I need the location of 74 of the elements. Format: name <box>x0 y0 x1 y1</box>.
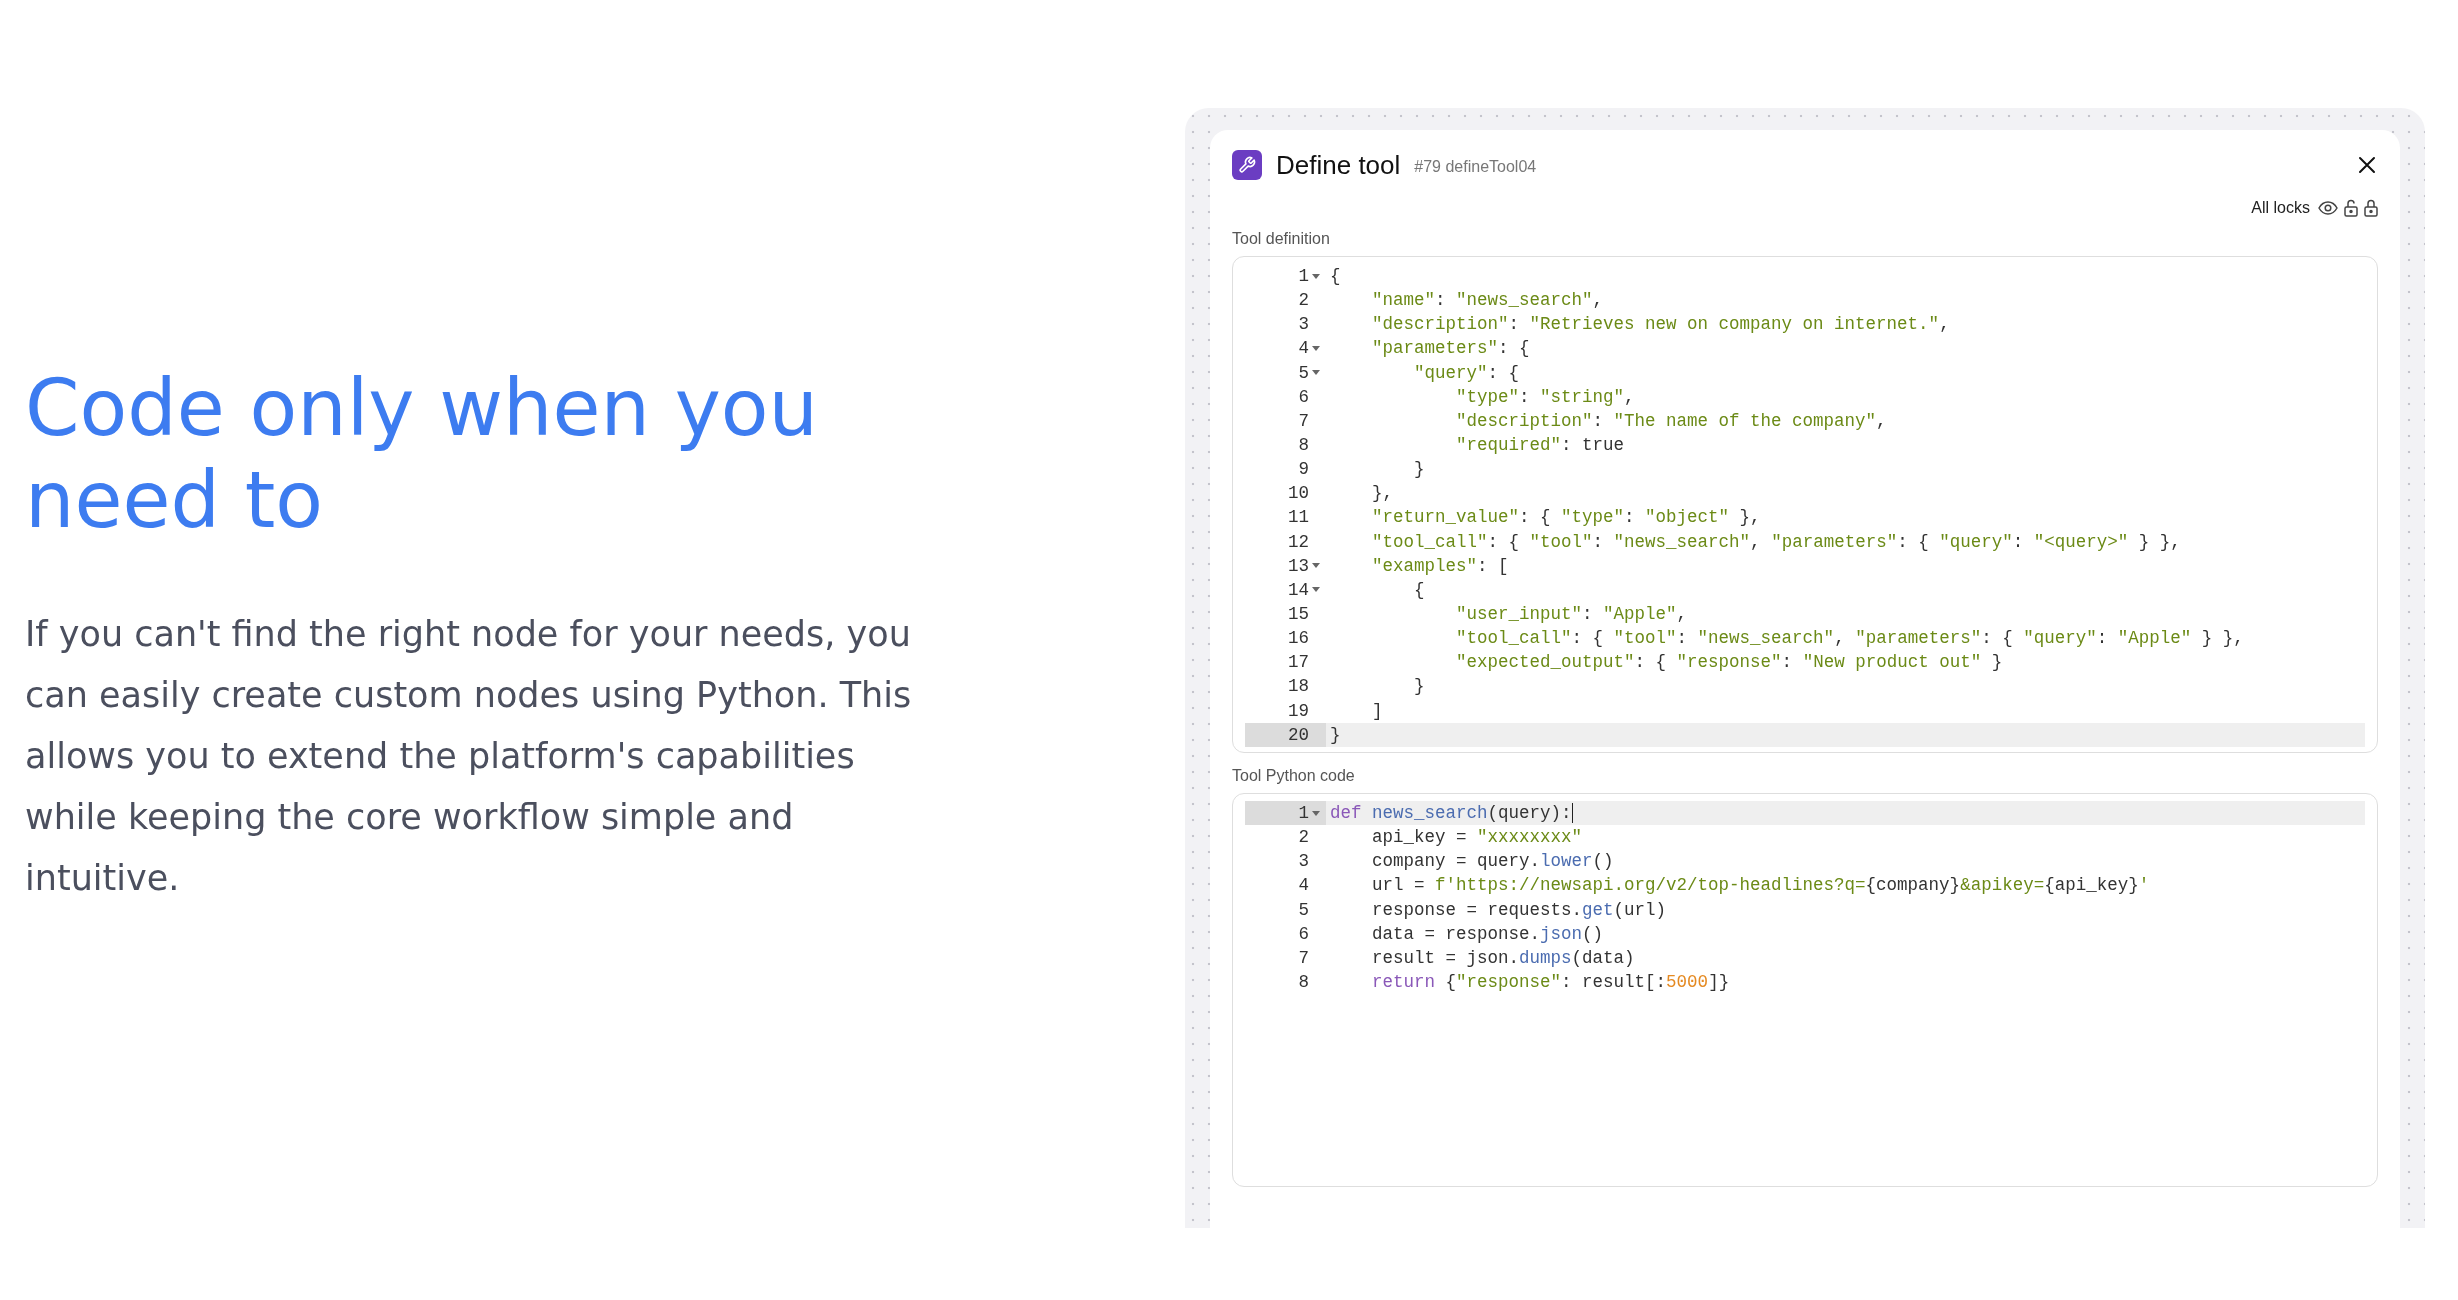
locks-label: All locks <box>2251 199 2310 217</box>
section-label: Tool definition <box>1232 230 1331 248</box>
line-number: 11 <box>1288 507 1309 528</box>
eye-icon[interactable] <box>2318 201 2338 215</box>
hero-heading: Code only when you need to <box>25 362 820 546</box>
line-number: 8 <box>1298 435 1309 456</box>
line-number: 7 <box>1298 947 1309 968</box>
code-line: response = requests.get(url) <box>1371 899 1667 920</box>
fold-icon[interactable] <box>1312 563 1320 569</box>
fold-icon[interactable] <box>1312 587 1320 593</box>
code-line: } <box>1413 676 1425 697</box>
code-line: { <box>1413 579 1425 600</box>
code-line: "expected_output": { "response": "New product out" } <box>1455 652 2003 673</box>
line-number: 3 <box>1298 851 1309 872</box>
line-number: 14 <box>1288 579 1309 600</box>
code-line: "query": { <box>1413 362 1520 383</box>
unlocked-lock-icon[interactable] <box>2344 199 2358 217</box>
code-line: url = f'https://newsapi.org/v2/top-headlines?q={company}&apikey={api_key}' <box>1371 875 2150 896</box>
code-line: "required": true <box>1455 435 1625 456</box>
line-number: 5 <box>1298 362 1309 383</box>
code-line: "name": "news_search", <box>1371 290 1604 311</box>
fold-icon[interactable] <box>1312 370 1320 376</box>
code-line: company = query.lower() <box>1371 851 1614 872</box>
fold-icon[interactable] <box>1312 810 1320 816</box>
code-line: "description": "Retrieves new on company on internet.", <box>1371 314 1950 335</box>
dialog-subtitle: #79 defineTool04 <box>1414 158 1537 176</box>
code-line: "description": "The name of the company", <box>1455 410 1887 431</box>
line-number: 20 <box>1288 724 1309 745</box>
line-number: 2 <box>1298 290 1309 311</box>
code-line: result = json.dumps(data) <box>1371 947 1635 968</box>
code-line: return {"response": result[:5000]} <box>1371 972 1730 993</box>
line-number: 5 <box>1298 899 1309 920</box>
line-number: 8 <box>1298 972 1309 993</box>
line-number: 13 <box>1288 555 1309 576</box>
line-number: 1 <box>1298 266 1309 287</box>
code-line: data = response.json() <box>1371 923 1604 944</box>
line-number: 1 <box>1298 803 1309 824</box>
code-line: def news_search(query): <box>1329 803 1572 824</box>
close-button[interactable] <box>2356 154 2378 176</box>
code-line: }, <box>1371 483 1393 504</box>
code-line: { <box>1329 266 1341 287</box>
code-line: } <box>1413 459 1425 480</box>
line-number: 18 <box>1288 676 1309 697</box>
code-line: "examples": [ <box>1371 555 1509 576</box>
code-line: } <box>1329 724 1341 745</box>
line-number: 19 <box>1288 700 1309 721</box>
dialog-title: Define tool <box>1276 149 1401 181</box>
line-number: 12 <box>1288 531 1309 552</box>
code-line: api_key = "xxxxxxxx" <box>1371 827 1583 848</box>
line-number: 6 <box>1298 386 1309 407</box>
line-number: 6 <box>1298 923 1309 944</box>
code-line: "tool_call": { "tool": "news_search", "parameters": { "query": "<query>" } }, <box>1371 531 2181 552</box>
line-number: 15 <box>1288 604 1309 625</box>
line-number: 2 <box>1298 827 1309 848</box>
line-number: 16 <box>1288 628 1309 649</box>
code-line: "type": "string", <box>1455 386 1635 407</box>
line-number: 4 <box>1298 875 1309 896</box>
lock-icon[interactable] <box>2364 199 2378 217</box>
code-line: "tool_call": { "tool": "news_search", "parameters": { "query": "Apple" } }, <box>1455 628 2244 649</box>
fold-icon[interactable] <box>1312 273 1320 279</box>
fold-icon[interactable] <box>1312 346 1320 351</box>
line-number: 3 <box>1298 314 1309 335</box>
line-number: 9 <box>1298 459 1309 480</box>
code-line: "user_input": "Apple", <box>1455 604 1688 625</box>
line-number: 10 <box>1288 483 1309 504</box>
line-number: 4 <box>1298 338 1309 359</box>
code-line: "parameters": { <box>1371 338 1530 359</box>
section-label: Tool Python code <box>1232 767 1356 785</box>
code-line: "return_value": { "type": "object" }, <box>1371 507 1761 528</box>
line-number: 7 <box>1298 410 1309 431</box>
code-line: ] <box>1371 700 1383 721</box>
line-number: 17 <box>1288 652 1309 673</box>
wrench-icon <box>1232 150 1262 180</box>
hero-paragraph: If you can't find the right node for your needs, you can easily create custom nodes using Python. This allows you to extend the platform's capabilities while keeping the core workflow simple and intuitive. <box>25 613 913 900</box>
